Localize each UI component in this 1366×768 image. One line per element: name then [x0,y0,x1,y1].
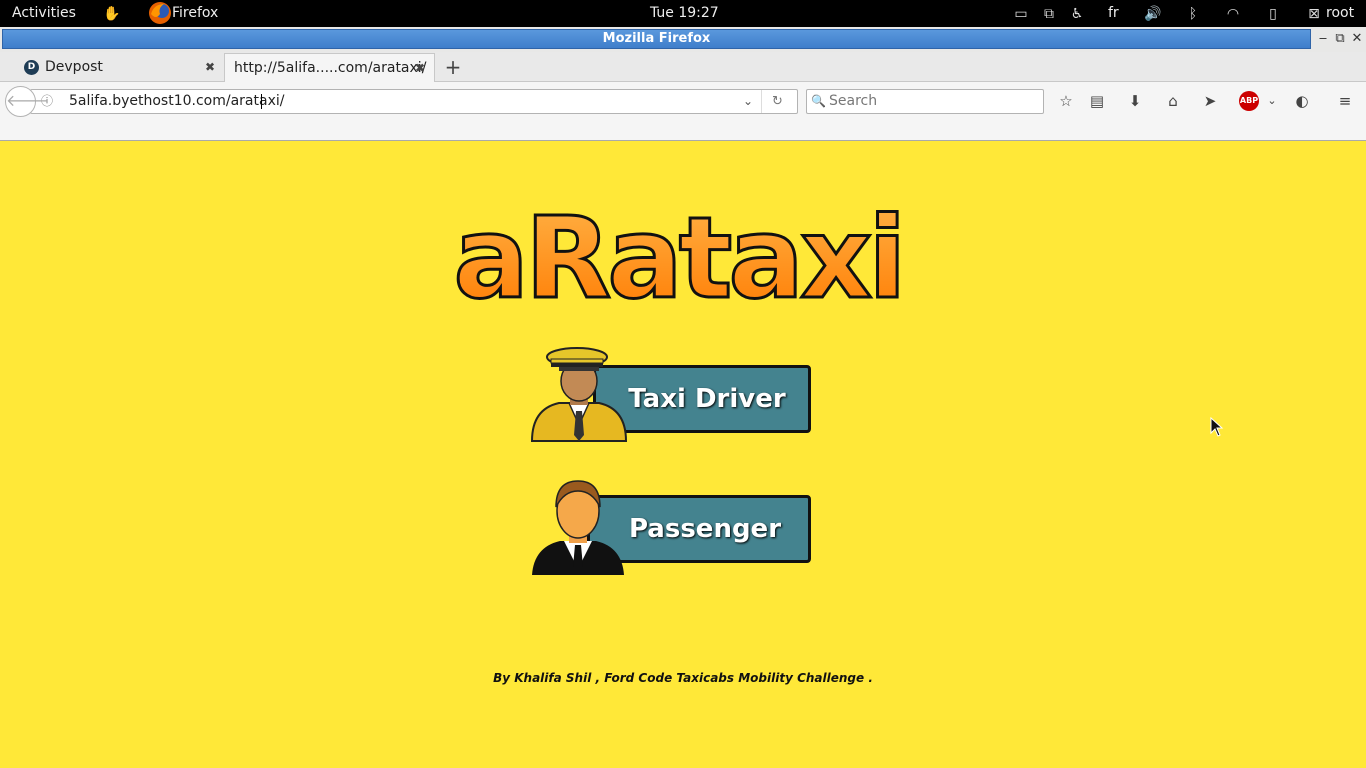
url-input[interactable]: 5alifa.byethost10.com/arataxi/ [69,90,284,113]
share-icon[interactable]: ➤ [1200,91,1220,111]
clock[interactable]: Tue 19:27 [650,0,719,27]
passenger-label: Passenger [628,514,782,544]
tab-strip: D Devpost ✖ http://5alifa.....com/aratax… [0,52,1366,82]
window-title: Mozilla Firefox [2,29,1311,49]
dropdown-chevron-icon[interactable]: ⌄ [743,90,753,113]
volume-icon[interactable]: 🔊 [1144,5,1162,23]
reading-list-icon[interactable]: ▤ [1087,91,1107,111]
reload-icon[interactable]: ↻ [772,90,783,113]
devpost-favicon-icon: D [24,60,39,75]
divider [761,90,762,113]
navigation-bar: ⓘ 5alifa.byethost10.com/arataxi/ ⌄ ↻ 🡐 🔍… [0,82,1366,120]
gnome-top-bar: Activities ✋ Firefox Tue 19:27 ▭ ⧉ ♿ fr … [0,0,1366,27]
activities-button[interactable]: Activities [12,0,76,27]
app-menu-firefox[interactable]: Firefox [149,0,240,27]
text-caret [261,94,262,109]
passenger-avatar-icon[interactable] [530,477,626,577]
search-field[interactable]: 🔍 Search [806,89,1044,114]
url-bar[interactable]: ⓘ 5alifa.byethost10.com/arataxi/ ⌄ ↻ [30,89,798,114]
tab-label: http://5alifa.....com/arataxi/ [234,60,427,76]
bluetooth-icon[interactable]: ᛒ [1184,5,1202,23]
sync-icon[interactable]: ◐ [1292,91,1312,111]
home-icon[interactable]: ⌂ [1163,91,1183,111]
search-placeholder: Search [829,93,878,109]
close-window-icon[interactable]: ✕ [1349,30,1365,48]
tab-devpost[interactable]: D Devpost ✖ [14,53,224,82]
taxi-driver-avatar-icon[interactable] [529,345,629,445]
bookmark-star-icon[interactable]: ☆ [1056,91,1076,111]
taxi-driver-label: Taxi Driver [628,384,786,414]
minimize-icon[interactable]: ‒ [1315,30,1331,48]
mouse-cursor-icon [1210,417,1224,437]
maximize-icon[interactable]: ⧉ [1332,30,1348,48]
close-tab-icon[interactable]: ✖ [413,54,427,82]
gnome-foot-icon: ✋ [103,6,121,22]
keyboard-layout[interactable]: fr [1108,0,1119,27]
logo-text: aRataxi [453,197,902,324]
tab-arataxi[interactable]: http://5alifa.....com/arataxi/ ✖ [224,53,435,82]
folder-icon[interactable]: ▭ [1012,5,1030,23]
window-titlebar[interactable]: Mozilla Firefox ‒ ⧉ ✕ [0,27,1366,52]
page-content: aRataxi Taxi Driver Passenger By Khalifa… [0,141,1366,768]
toolbar-spacer [0,120,1366,141]
user-icon[interactable]: ⊠ [1305,5,1323,23]
close-tab-icon[interactable]: ✖ [203,53,217,81]
arataxi-logo[interactable]: aRataxi [433,197,933,327]
battery-icon[interactable]: ▯ [1264,5,1282,23]
user-name[interactable]: root [1326,0,1354,27]
search-icon: 🔍 [811,94,826,108]
accessibility-icon[interactable]: ♿ [1068,5,1086,23]
adblock-icon[interactable]: ABP [1239,91,1259,111]
downloads-icon[interactable]: ⬇ [1125,91,1145,111]
adblock-dropdown-icon[interactable]: ⌄ [1262,91,1282,111]
app-name: Firefox [172,5,219,21]
windows-icon[interactable]: ⧉ [1040,5,1058,23]
tab-label: Devpost [45,59,103,75]
firefox-icon [149,2,171,24]
hamburger-menu-icon[interactable]: ≡ [1335,91,1355,111]
wifi-icon[interactable]: ◠ [1224,5,1242,23]
footer-credit: By Khalifa Shil , Ford Code Taxicabs Mob… [493,671,873,685]
new-tab-icon[interactable]: + [444,55,462,79]
back-button[interactable]: 🡐 [5,86,49,117]
